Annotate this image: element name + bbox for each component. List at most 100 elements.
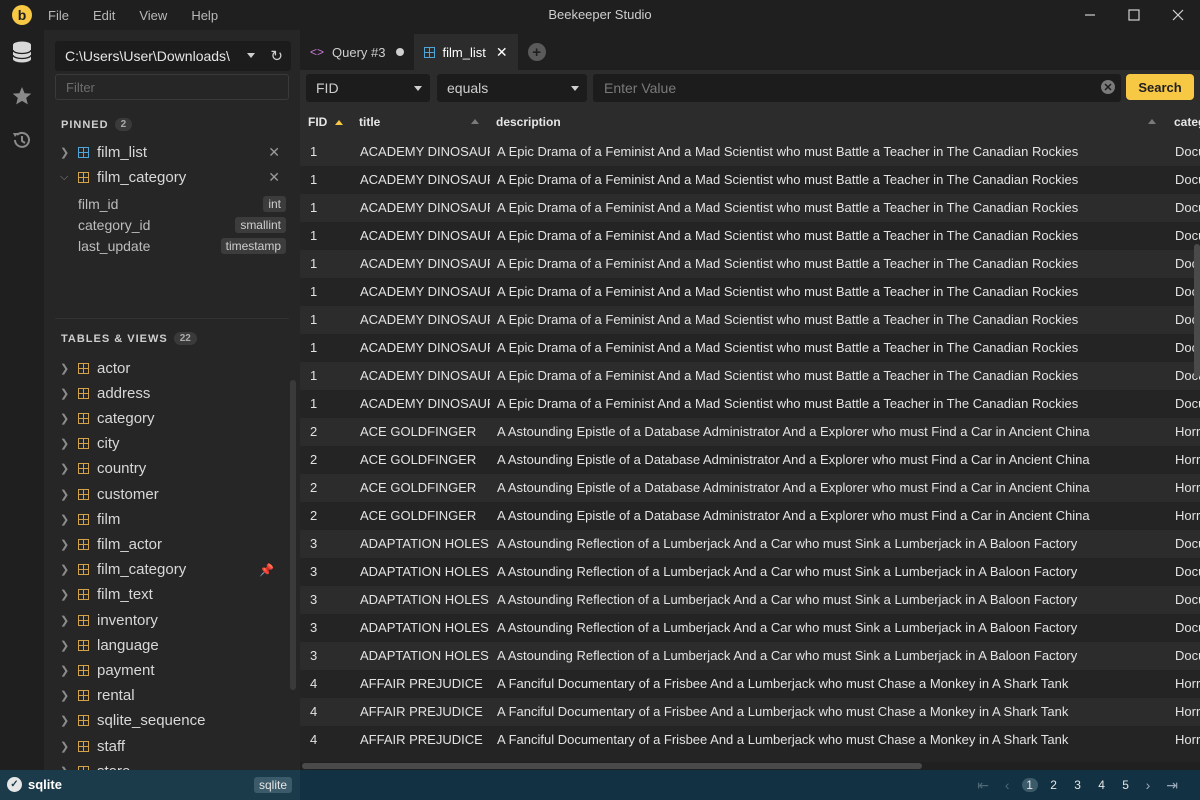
table-cell[interactable]: ACADEMY DINOSAUR: [360, 362, 490, 390]
table-cell[interactable]: Documentary: [1175, 390, 1200, 418]
clear-filter-icon[interactable]: ✕: [1101, 80, 1115, 94]
pinned-item-film-list[interactable]: ❯ film_list ✕: [44, 140, 300, 164]
menu-file[interactable]: File: [48, 8, 69, 23]
table-cell[interactable]: ADAPTATION HOLES: [360, 586, 490, 614]
menu-edit[interactable]: Edit: [93, 8, 115, 23]
table-row[interactable]: 2 ACE GOLDFINGER A Astounding Epistle of a…: [300, 446, 1200, 474]
close-window-button[interactable]: [1156, 0, 1200, 30]
page-3[interactable]: 3: [1070, 778, 1086, 792]
table-cell[interactable]: Horror: [1175, 418, 1200, 446]
table-cell[interactable]: A Astounding Reflection of a Lumberjack …: [497, 530, 1167, 558]
chevron-right-icon[interactable]: ❯: [60, 513, 70, 526]
table-item[interactable]: ❯ country: [44, 457, 300, 481]
connection-select[interactable]: C:\Users\User\Downloads\ ↻: [55, 41, 291, 71]
favorites-button[interactable]: [0, 74, 44, 118]
table-cell[interactable]: A Astounding Reflection of a Lumberjack …: [497, 614, 1167, 642]
table-row[interactable]: 1 ACADEMY DINOSAUR A Epic Drama of a Femin…: [300, 306, 1200, 334]
table-item[interactable]: ❯ rental: [44, 684, 300, 708]
chevron-right-icon[interactable]: ❯: [60, 462, 70, 475]
table-cell[interactable]: A Fanciful Documentary of a Frisbee And …: [497, 698, 1167, 726]
table-row[interactable]: 3 ADAPTATION HOLES A Astounding Reflection…: [300, 558, 1200, 586]
table-cell[interactable]: 2: [310, 502, 355, 530]
table-cell[interactable]: 3: [310, 558, 355, 586]
table-cell[interactable]: A Epic Drama of a Feminist And a Mad Sci…: [497, 362, 1167, 390]
table-cell[interactable]: 1: [310, 166, 355, 194]
table-row[interactable]: 1 ACADEMY DINOSAUR A Epic Drama of a Femin…: [300, 194, 1200, 222]
table-cell[interactable]: Documentary: [1175, 530, 1200, 558]
table-cell[interactable]: 4: [310, 670, 355, 698]
chevron-right-icon[interactable]: ❯: [60, 146, 70, 159]
prev-page-icon[interactable]: ‹: [1005, 777, 1010, 793]
chevron-down-icon[interactable]: ⌵: [60, 171, 70, 184]
table-item[interactable]: ❯ film_category 📌: [44, 558, 300, 582]
table-cell[interactable]: ACE GOLDFINGER: [360, 446, 490, 474]
table-row[interactable]: 2 ACE GOLDFINGER A Astounding Epistle of a…: [300, 502, 1200, 530]
table-cell[interactable]: A Epic Drama of a Feminist And a Mad Sci…: [497, 222, 1167, 250]
table-cell[interactable]: A Fanciful Documentary of a Frisbee And …: [497, 726, 1167, 754]
chevron-right-icon[interactable]: ❯: [60, 614, 70, 627]
table-row[interactable]: 3 ADAPTATION HOLES A Astounding Reflection…: [300, 530, 1200, 558]
table-cell[interactable]: 2: [310, 418, 355, 446]
table-cell[interactable]: A Fanciful Documentary of a Frisbee And …: [497, 670, 1167, 698]
minimize-button[interactable]: [1068, 0, 1112, 30]
table-cell[interactable]: 3: [310, 530, 355, 558]
chevron-right-icon[interactable]: ❯: [60, 412, 70, 425]
table-row[interactable]: 1 ACADEMY DINOSAUR A Epic Drama of a Femin…: [300, 138, 1200, 166]
table-cell[interactable]: ACADEMY DINOSAUR: [360, 306, 490, 334]
table-item[interactable]: ❯ city: [44, 432, 300, 456]
maximize-button[interactable]: [1112, 0, 1156, 30]
table-item[interactable]: ❯ film_actor: [44, 532, 300, 556]
table-cell[interactable]: ACE GOLDFINGER: [360, 474, 490, 502]
table-cell[interactable]: ADAPTATION HOLES: [360, 614, 490, 642]
table-cell[interactable]: Horror: [1175, 502, 1200, 530]
search-button[interactable]: Search: [1126, 74, 1194, 100]
table-cell[interactable]: 1: [310, 334, 355, 362]
sidebar-scrollbar[interactable]: [290, 380, 296, 690]
table-cell[interactable]: ACE GOLDFINGER: [360, 418, 490, 446]
table-cell[interactable]: AFFAIR PREJUDICE: [360, 726, 490, 754]
table-cell[interactable]: 1: [310, 278, 355, 306]
table-item[interactable]: ❯ sqlite_sequence: [44, 709, 300, 733]
table-cell[interactable]: ACADEMY DINOSAUR: [360, 390, 490, 418]
chevron-right-icon[interactable]: ❯: [60, 689, 70, 702]
table-row[interactable]: 2 ACE GOLDFINGER A Astounding Epistle of a…: [300, 474, 1200, 502]
table-cell[interactable]: 2: [310, 474, 355, 502]
chevron-right-icon[interactable]: ❯: [60, 563, 70, 576]
table-row[interactable]: 4 AFFAIR PREJUDICE A Fanciful Documentary …: [300, 670, 1200, 698]
table-item[interactable]: ❯ film_text: [44, 583, 300, 607]
chevron-right-icon[interactable]: ❯: [60, 488, 70, 501]
table-cell[interactable]: A Epic Drama of a Feminist And a Mad Sci…: [497, 334, 1167, 362]
table-cell[interactable]: Documentary: [1175, 558, 1200, 586]
table-cell[interactable]: Documentary: [1175, 194, 1200, 222]
table-row[interactable]: 4 AFFAIR PREJUDICE A Fanciful Documentary …: [300, 726, 1200, 754]
page-4[interactable]: 4: [1094, 778, 1110, 792]
table-cell[interactable]: 2: [310, 446, 355, 474]
table-cell[interactable]: A Astounding Epistle of a Database Admin…: [497, 502, 1167, 530]
table-cell[interactable]: ACADEMY DINOSAUR: [360, 194, 490, 222]
filter-field-select[interactable]: FID: [306, 74, 430, 102]
filter-value-input[interactable]: [593, 74, 1121, 102]
refresh-icon[interactable]: ↻: [270, 47, 283, 65]
table-cell[interactable]: Documentary: [1175, 138, 1200, 166]
table-row[interactable]: 1 ACADEMY DINOSAUR A Epic Drama of a Femin…: [300, 250, 1200, 278]
table-item[interactable]: ❯ language: [44, 633, 300, 657]
table-item[interactable]: ❯ category: [44, 406, 300, 430]
table-item[interactable]: ❯ inventory: [44, 608, 300, 632]
table-row[interactable]: 3 ADAPTATION HOLES A Astounding Reflection…: [300, 642, 1200, 670]
filter-operator-select[interactable]: equals: [437, 74, 587, 102]
page-5[interactable]: 5: [1118, 778, 1134, 792]
table-cell[interactable]: ACADEMY DINOSAUR: [360, 138, 490, 166]
table-cell[interactable]: A Epic Drama of a Feminist And a Mad Sci…: [497, 390, 1167, 418]
table-cell[interactable]: Horror: [1175, 474, 1200, 502]
column-header-title[interactable]: title: [359, 106, 484, 138]
chevron-right-icon[interactable]: ❯: [60, 362, 70, 375]
chevron-right-icon[interactable]: ❯: [60, 387, 70, 400]
chevron-right-icon[interactable]: ❯: [60, 588, 70, 601]
table-cell[interactable]: 3: [310, 614, 355, 642]
table-cell[interactable]: 3: [310, 642, 355, 670]
table-cell[interactable]: A Astounding Epistle of a Database Admin…: [497, 418, 1167, 446]
table-row[interactable]: 1 ACADEMY DINOSAUR A Epic Drama of a Femin…: [300, 222, 1200, 250]
table-cell[interactable]: ACADEMY DINOSAUR: [360, 222, 490, 250]
table-cell[interactable]: 1: [310, 194, 355, 222]
table-item[interactable]: ❯ address: [44, 381, 300, 405]
